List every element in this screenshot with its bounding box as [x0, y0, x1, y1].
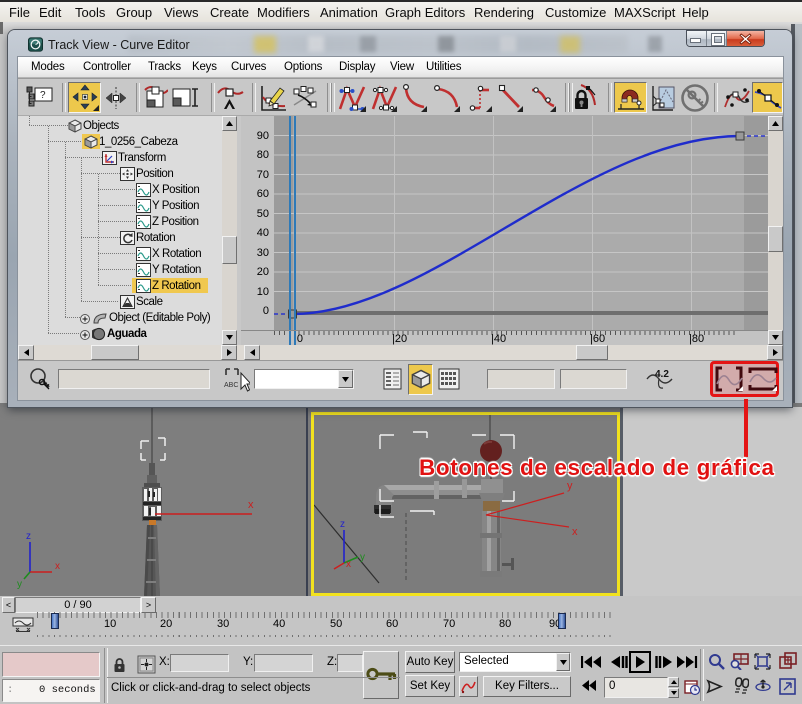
svg-text:y: y — [360, 552, 365, 563]
svg-text:ABC: ABC — [224, 382, 238, 389]
svg-text:?: ? — [40, 90, 46, 101]
svg-text:x: x — [248, 499, 254, 511]
svg-text:y: y — [17, 579, 22, 590]
svg-text:4.2: 4.2 — [655, 369, 669, 380]
svg-text:z: z — [26, 531, 31, 542]
svg-text:z: z — [340, 519, 345, 530]
svg-text:x: x — [346, 559, 351, 570]
svg-text:x: x — [572, 526, 578, 538]
svg-text:y: y — [567, 480, 573, 492]
svg-text:x: x — [55, 561, 60, 572]
